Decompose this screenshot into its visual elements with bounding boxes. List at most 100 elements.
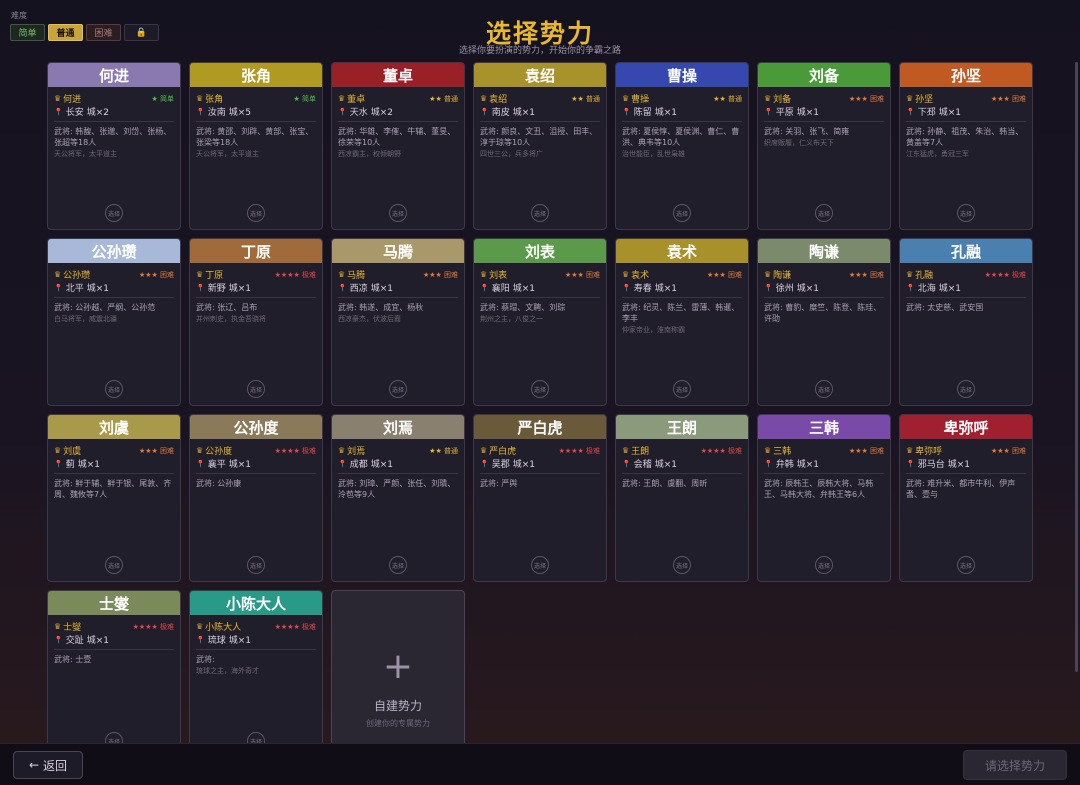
star-icons: ★★★★ bbox=[274, 270, 300, 279]
star-icons: ★★★★ bbox=[274, 622, 300, 631]
faction-ruler-row: ♛ 小陈大人 ★★★★ 极难 bbox=[196, 620, 316, 633]
difficulty-level: 简单 bbox=[160, 94, 174, 103]
back-button[interactable]: ← 返回 bbox=[13, 751, 83, 779]
faction-card[interactable]: 刘表 ♛ 刘表 ★★★ 困难 📍 襄阳 城×1 武将: 蔡瑁、文聘、刘琮 荆州之主，八俊之一 选择 bbox=[473, 238, 607, 406]
faction-name: 三韩 bbox=[758, 415, 890, 439]
select-button[interactable]: 选择 bbox=[531, 204, 549, 222]
crown-icon: ♛ bbox=[54, 622, 62, 631]
faction-card[interactable]: 刘备 ♛ 刘备 ★★★ 困难 📍 平原 城×1 武将: 关羽、张飞、简雍 织席贩履，仁义布天下选… bbox=[757, 62, 891, 230]
select-button[interactable]: 选择 bbox=[247, 380, 265, 398]
faction-card[interactable]: 小陈大人 ♛ 小陈大人 ★★★★ 极难 📍 琉球 城×1 武将: 琉球之主，海外奇才 选择 bbox=[189, 590, 323, 758]
select-button[interactable]: 选择 bbox=[389, 556, 407, 574]
back-button-label: 返回 bbox=[43, 758, 68, 773]
faction-info: ♛ 刘备 ★★★ 困难 📍 平原 城×1 武将: 关羽、张飞、简雍 织席贩履，仁义布天下 bbox=[758, 87, 890, 148]
faction-ruler: ♛ 三韩 bbox=[764, 444, 791, 457]
custom-faction-card[interactable]: + 自建势力 创建你的专属势力 bbox=[331, 590, 465, 758]
faction-description: 仲家帝业，淮南称霸 bbox=[622, 326, 685, 334]
select-button[interactable]: 选择 bbox=[957, 204, 975, 222]
capital-city: 南皮 bbox=[491, 108, 510, 118]
confirm-button[interactable]: 请选择势力 bbox=[963, 750, 1067, 780]
faction-location-row: 📍 邪马台 城×1 bbox=[906, 457, 1026, 471]
faction-name: 袁术 bbox=[616, 239, 748, 263]
select-button[interactable]: 选择 bbox=[957, 556, 975, 574]
select-button[interactable]: 选择 bbox=[531, 380, 549, 398]
location-pin-icon: 📍 bbox=[906, 459, 915, 468]
faction-card[interactable]: 曹操 ♛ 曹操 ★★ 普通 📍 陈留 城×1 武将: 夏侯惇、夏侯渊、曹仁、曹洪、典韦等10人… bbox=[615, 62, 749, 230]
crown-icon: ♛ bbox=[906, 446, 914, 455]
select-button[interactable]: 选择 bbox=[673, 380, 691, 398]
faction-card[interactable]: 孔融 ♛ 孔融 ★★★★ 极难 📍 北海 城×1 武将: 太史慈、武安国 选择 bbox=[899, 238, 1033, 406]
location-pin-icon: 📍 bbox=[480, 107, 489, 116]
faction-card[interactable]: 严白虎 ♛ 严白虎 ★★★★ 极难 📍 吴郡 城×1 武将: 严舆 选择 bbox=[473, 414, 607, 582]
difficulty-level: 困难 bbox=[160, 270, 174, 279]
ruler-name: 公孙度 bbox=[205, 447, 233, 457]
faction-description: 西凉豪杰，伏波后裔 bbox=[338, 315, 401, 323]
faction-generals: 武将: 韩遂、成宜、杨秋 bbox=[338, 303, 424, 312]
city-count: 城×1 bbox=[796, 460, 820, 470]
faction-description: 天公将军，太平道主 bbox=[54, 150, 117, 158]
select-button[interactable]: 选择 bbox=[105, 380, 123, 398]
faction-card[interactable]: 袁术 ♛ 袁术 ★★★ 困难 📍 寿春 城×1 武将: 纪灵、陈兰、雷薄、韩暹、李丰 仲家帝业，… bbox=[615, 238, 749, 406]
faction-card[interactable]: 三韩 ♛ 三韩 ★★★ 困难 📍 弁韩 城×1 武将: 辰韩王、辰韩大将、马韩王、马韩大将、弁… bbox=[757, 414, 891, 582]
difficulty-level: 困难 bbox=[1012, 446, 1026, 455]
faction-name: 士燮 bbox=[48, 591, 180, 615]
divider bbox=[54, 649, 174, 650]
faction-info: ♛ 三韩 ★★★ 困难 📍 弁韩 城×1 武将: 辰韩王、辰韩大将、马韩王、马韩大将、弁韩王… bbox=[758, 439, 890, 500]
select-button[interactable]: 选择 bbox=[673, 204, 691, 222]
faction-ruler: ♛ 严白虎 bbox=[480, 444, 516, 457]
select-button[interactable]: 选择 bbox=[247, 204, 265, 222]
difficulty-rating: ★★ 普通 bbox=[571, 94, 600, 104]
select-button[interactable]: 选择 bbox=[815, 204, 833, 222]
faction-card[interactable]: 董卓 ♛ 董卓 ★★ 普通 📍 天水 城×2 武将: 华雄、李傕、牛辅、董旻、徐荣等10人 西凉… bbox=[331, 62, 465, 230]
location-pin-icon: 📍 bbox=[622, 107, 631, 116]
faction-ruler-row: ♛ 丁原 ★★★★ 极难 bbox=[196, 268, 316, 281]
select-button[interactable]: 选择 bbox=[815, 556, 833, 574]
faction-ruler-row: ♛ 刘备 ★★★ 困难 bbox=[764, 92, 884, 105]
select-button[interactable]: 选择 bbox=[531, 556, 549, 574]
crown-icon: ♛ bbox=[480, 446, 488, 455]
select-button[interactable]: 选择 bbox=[389, 204, 407, 222]
faction-card[interactable]: 马腾 ♛ 马腾 ★★★ 困难 📍 西凉 城×1 武将: 韩遂、成宜、杨秋 西凉豪杰，伏波后裔 选择 bbox=[331, 238, 465, 406]
select-button[interactable]: 选择 bbox=[105, 556, 123, 574]
faction-card[interactable]: 袁绍 ♛ 袁绍 ★★ 普通 📍 南皮 城×1 武将: 颜良、文丑、沮授、田丰、淳于琼等10人四… bbox=[473, 62, 607, 230]
faction-ruler-row: ♛ 刘表 ★★★ 困难 bbox=[480, 268, 600, 281]
faction-name: 刘表 bbox=[474, 239, 606, 263]
select-button[interactable]: 选择 bbox=[389, 380, 407, 398]
faction-card[interactable]: 刘虞 ♛ 刘虞 ★★★ 困难 📍 蓟城×1 武将: 鲜于辅、鲜于银、尾敦、齐周、魏攸等7人选… bbox=[47, 414, 181, 582]
difficulty-level: 普通 bbox=[444, 446, 458, 455]
difficulty-rating: ★★★★ 极难 bbox=[275, 270, 316, 280]
select-button[interactable]: 选择 bbox=[815, 380, 833, 398]
faction-card[interactable]: 士燮 ♛ 士燮 ★★★★ 极难 📍 交趾 城×1 武将: 士壹 选择 bbox=[47, 590, 181, 758]
faction-ruler: ♛ 王朗 bbox=[622, 444, 649, 457]
faction-generals: 武将: 难升米、都市牛利、伊声耆、壹与 bbox=[906, 479, 1016, 499]
faction-card[interactable]: 公孙瓒 ♛ 公孙瓒 ★★★ 困难 📍 北平 城×1 武将: 公孙越、严纲、公孙范 白马将军，威震… bbox=[47, 238, 181, 406]
faction-generals: 武将: 蔡瑁、文聘、刘琮 bbox=[480, 303, 566, 312]
faction-card[interactable]: 公孙度 ♛ 公孙度 ★★★★ 极难 📍 襄平 城×1 武将: 公孙康 选择 bbox=[189, 414, 323, 582]
faction-info: ♛ 马腾 ★★★ 困难 📍 西凉 城×1 武将: 韩遂、成宜、杨秋 西凉豪杰，伏波后裔 bbox=[332, 263, 464, 324]
faction-card[interactable]: 何进 ♛ 何进 ★ 简单 📍 长安 城×2 武将: 韩馥、张邈、刘岱、张杨、张超等18人 天公将… bbox=[47, 62, 181, 230]
scrollbar[interactable] bbox=[1075, 62, 1078, 672]
faction-card[interactable]: 张角 ♛ 张角 ★ 简单 📍 汝南 城×5 武将: 黄邵、刘辟、黄部、张宝、张梁等18人 天公将… bbox=[189, 62, 323, 230]
select-button[interactable]: 选择 bbox=[957, 380, 975, 398]
faction-card[interactable]: 孙坚 ♛ 孙坚 ★★★ 困难 📍 下邳 城×1 武将: 孙静、祖茂、朱治、韩当、黄盖等7人 江东… bbox=[899, 62, 1033, 230]
difficulty-rating: ★★★★ 极难 bbox=[985, 270, 1026, 280]
faction-ruler: ♛ 何进 bbox=[54, 92, 81, 105]
select-button[interactable]: 选择 bbox=[105, 204, 123, 222]
faction-card[interactable]: 王朗 ♛ 王朗 ★★★★ 极难 📍 会稽 城×1 武将: 王朗、虞翻、周昕 选择 bbox=[615, 414, 749, 582]
divider bbox=[622, 297, 742, 298]
faction-card[interactable]: 丁原 ♛ 丁原 ★★★★ 极难 📍 新野 城×1 武将: 张辽、吕布 并州刺史，执金吾骁将 选择 bbox=[189, 238, 323, 406]
faction-description: 天公将军，太平道主 bbox=[196, 150, 259, 158]
difficulty-level: 极难 bbox=[302, 446, 316, 455]
faction-card[interactable]: 陶谦 ♛ 陶谦 ★★★ 困难 📍 徐州 城×1 武将: 曹豹、糜竺、陈登、陈珪、许劭 选择 bbox=[757, 238, 891, 406]
star-icons: ★★★ bbox=[990, 94, 1010, 103]
capital-city: 琉球 bbox=[207, 636, 226, 646]
select-button[interactable]: 选择 bbox=[673, 556, 691, 574]
faction-ruler-row: ♛ 士燮 ★★★★ 极难 bbox=[54, 620, 174, 633]
faction-card[interactable]: 卑弥呼 ♛ 卑弥呼 ★★★ 困难 📍 邪马台 城×1 武将: 难升米、都市牛利、伊声耆、壹与选… bbox=[899, 414, 1033, 582]
faction-card[interactable]: 刘焉 ♛ 刘焉 ★★ 普通 📍 成都 城×1 武将: 刘璋、严颜、张任、刘璝、泠苞等9人 选择 bbox=[331, 414, 465, 582]
capital-city: 吴郡 bbox=[491, 460, 510, 470]
faction-info: ♛ 士燮 ★★★★ 极难 📍 交趾 城×1 武将: 士壹 bbox=[48, 615, 180, 665]
star-icons: ★★★★ bbox=[558, 446, 584, 455]
faction-ruler-row: ♛ 曹操 ★★ 普通 bbox=[622, 92, 742, 105]
select-button[interactable]: 选择 bbox=[247, 556, 265, 574]
